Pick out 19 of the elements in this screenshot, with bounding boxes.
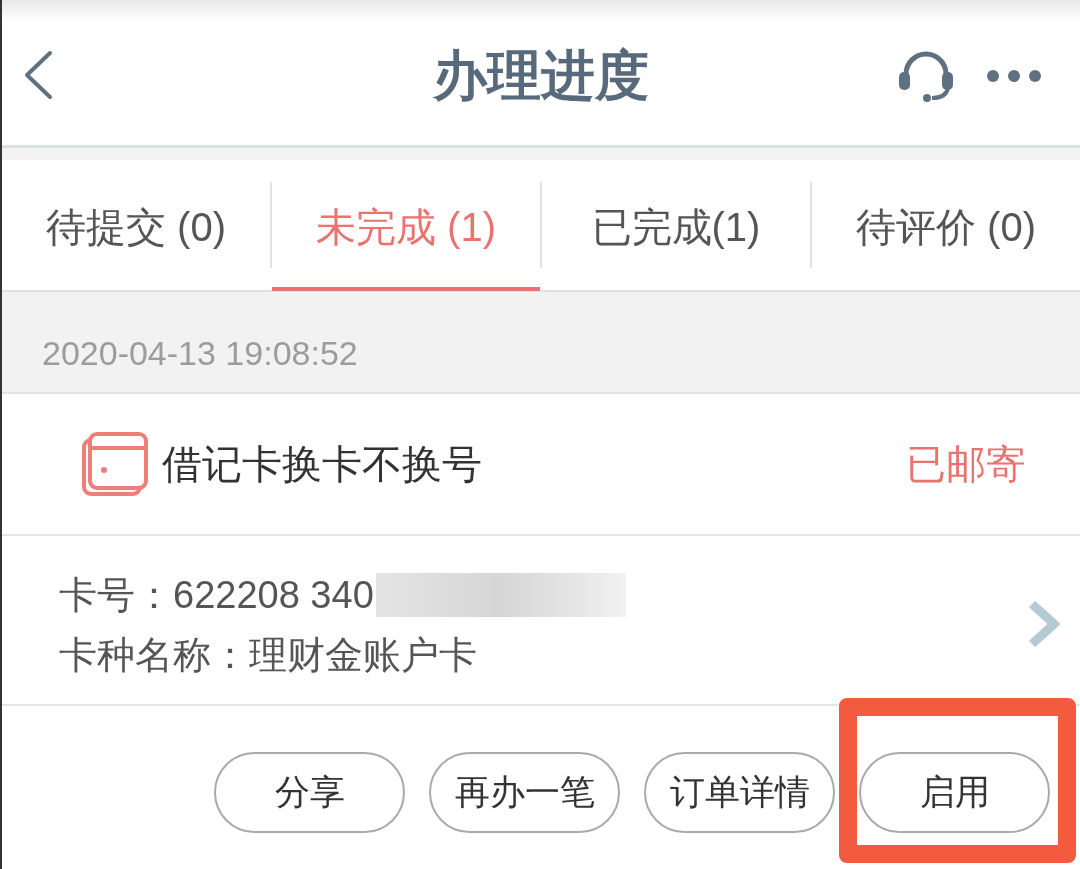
chevron-right-icon: [1026, 599, 1060, 649]
detail-text: 卡种名称：理财金账户卡: [59, 636, 477, 674]
order-title: 借记卡换卡不换号: [162, 444, 482, 484]
action-button[interactable]: 启用: [859, 752, 1050, 833]
action-button[interactable]: 再办一笔: [429, 752, 620, 833]
card-icon: [82, 432, 148, 496]
detail-text: 卡号：622208 340: [59, 576, 374, 614]
order-time: 2020-04-13 19:08:52: [42, 333, 358, 370]
tab[interactable]: 待提交 (0): [2, 159, 270, 291]
order-details-row[interactable]: 卡号：622208 340 卡种名称：理财金账户卡: [2, 536, 1080, 706]
back-icon[interactable]: [22, 49, 54, 100]
action-button[interactable]: 订单详情: [644, 752, 835, 833]
action-button[interactable]: 分享: [214, 752, 405, 833]
headset-icon[interactable]: [896, 49, 956, 102]
tab[interactable]: 已完成(1): [542, 159, 810, 291]
order-status: 已邮寄: [906, 444, 1026, 484]
more-icon[interactable]: [986, 68, 1042, 83]
tab[interactable]: 待评价 (0): [812, 159, 1080, 291]
page-title: 办理进度: [433, 43, 649, 102]
